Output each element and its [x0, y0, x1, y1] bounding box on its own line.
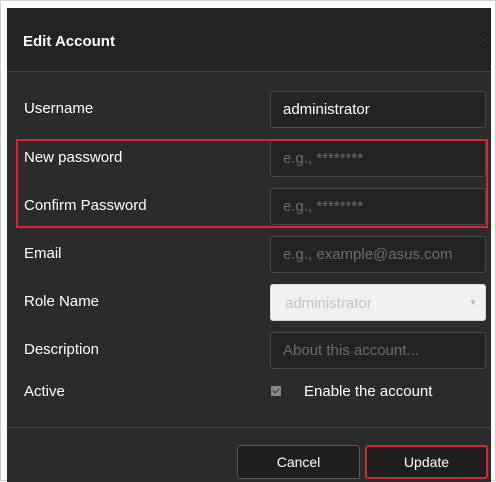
dialog-title: Edit Account [23, 33, 115, 50]
description-row: Description [7, 332, 491, 369]
chevron-down-icon: ▼ [469, 298, 477, 307]
email-label: Email [24, 245, 62, 262]
active-label: Active [24, 383, 65, 400]
username-row: Username [7, 91, 491, 128]
cancel-button[interactable]: Cancel [237, 445, 360, 479]
username-input[interactable] [270, 91, 486, 128]
enable-account-checkbox[interactable] [271, 386, 281, 396]
username-label: Username [24, 100, 94, 117]
role-name-select[interactable]: administrator ▼ [270, 284, 486, 321]
confirm-password-input[interactable] [270, 188, 486, 225]
role-name-value: administrator [285, 295, 372, 312]
description-label: Description [24, 341, 100, 358]
confirm-password-row: Confirm Password [7, 188, 491, 225]
enable-account-label[interactable]: Enable the account [304, 383, 432, 400]
role-name-row: Role Name administrator ▼ [7, 284, 491, 321]
confirm-password-label: Confirm Password [24, 197, 147, 214]
new-password-row: New password [7, 140, 491, 177]
role-name-label: Role Name [24, 293, 100, 310]
update-button[interactable]: Update [365, 445, 488, 479]
email-row: Email [7, 236, 491, 273]
footer-divider [7, 427, 491, 428]
new-password-input[interactable] [270, 140, 486, 177]
screenshot-frame: Edit Account × Username New password Con… [0, 0, 496, 482]
close-icon[interactable]: × [477, 30, 491, 50]
description-input[interactable] [270, 332, 486, 369]
active-row: Active Enable the account [7, 374, 491, 411]
edit-account-dialog: Edit Account × Username New password Con… [7, 8, 491, 482]
email-input[interactable] [270, 236, 486, 273]
new-password-label: New password [24, 149, 123, 166]
dialog-header: Edit Account × [7, 8, 491, 72]
